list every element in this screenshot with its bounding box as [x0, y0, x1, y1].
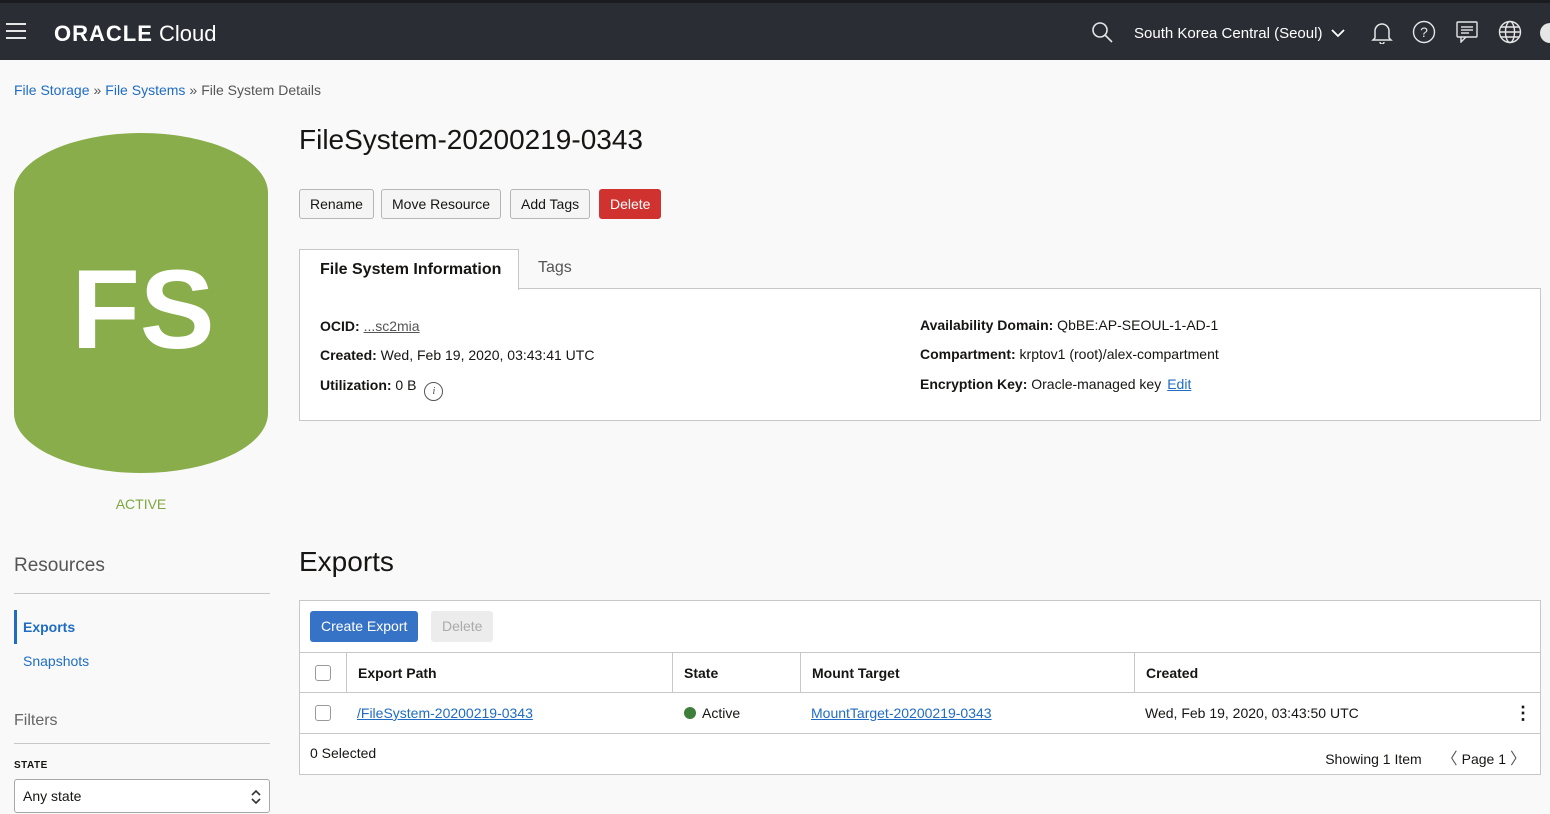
help-icon[interactable]: ?: [1411, 19, 1437, 45]
edit-encryption-key-link[interactable]: Edit: [1167, 376, 1191, 392]
sidebar-item-exports[interactable]: Exports: [14, 610, 270, 644]
chevron-down-icon: [1330, 29, 1345, 38]
file-system-resource-icon: FS: [14, 133, 268, 473]
column-header-mount-target[interactable]: Mount Target: [812, 653, 900, 693]
divider: [14, 743, 270, 744]
resource-status: ACTIVE: [115, 496, 167, 512]
showing-count: Showing 1 Item: [1325, 751, 1422, 767]
table-header: Export Path State Mount Target Created: [300, 652, 1540, 693]
tab-tags[interactable]: Tags: [538, 259, 572, 277]
utilization-row: Utilization: 0 Bi: [320, 377, 444, 401]
column-header-state[interactable]: State: [684, 653, 718, 693]
pagination: Showing 1 Item 〈 Page 1 〉: [1325, 745, 1530, 769]
create-export-button[interactable]: Create Export: [310, 611, 419, 642]
export-state: Active: [684, 693, 740, 733]
breadcrumb-file-systems[interactable]: File Systems: [105, 82, 185, 98]
info-icon[interactable]: i: [424, 382, 444, 401]
exports-heading: Exports: [299, 546, 394, 577]
state-filter-label: STATE: [14, 760, 48, 771]
exports-table-panel: Create Export Delete Export Path State M…: [299, 600, 1541, 775]
svg-text:?: ?: [1420, 24, 1428, 40]
oracle-cloud-logo[interactable]: ORACLE Cloud: [54, 21, 216, 47]
add-tags-button[interactable]: Add Tags: [510, 189, 591, 219]
created-row: Created: Wed, Feb 19, 2020, 03:43:41 UTC: [320, 347, 595, 363]
file-system-info-panel: OCID: ...sc2mia Created: Wed, Feb 19, 20…: [299, 288, 1541, 421]
state-filter-select[interactable]: Any state: [14, 779, 270, 813]
row-checkbox[interactable]: [315, 705, 331, 721]
status-dot-icon: [684, 707, 696, 719]
delete-button[interactable]: Delete: [599, 189, 662, 219]
table-row: /FileSystem-20200219-0343 Active MountTa…: [300, 693, 1540, 734]
region-selector[interactable]: South Korea Central (Seoul): [1134, 25, 1345, 42]
column-divider: [346, 653, 347, 693]
row-actions-menu-icon[interactable]: ⋮: [1514, 693, 1532, 733]
select-caret-icon: [251, 780, 261, 814]
divider: [14, 593, 270, 594]
next-page-icon[interactable]: 〉: [1510, 751, 1526, 768]
delete-export-button: Delete: [431, 611, 494, 642]
encryption-key-row: Encryption Key: Oracle-managed key Edit: [920, 376, 1192, 392]
user-avatar[interactable]: [1540, 23, 1550, 43]
column-divider: [672, 653, 673, 693]
export-path-link[interactable]: /FileSystem-20200219-0343: [357, 693, 533, 733]
chat-icon[interactable]: [1454, 19, 1480, 45]
availability-domain-row: Availability Domain: QbBE:AP-SEOUL-1-AD-…: [920, 317, 1219, 333]
page-title: FileSystem-20200219-0343: [299, 124, 643, 155]
sidebar-item-snapshots[interactable]: Snapshots: [23, 653, 89, 669]
mount-target-link[interactable]: MountTarget-20200219-0343: [811, 693, 992, 733]
column-header-export-path[interactable]: Export Path: [358, 653, 437, 693]
selected-count: 0 Selected: [310, 745, 377, 761]
resources-heading: Resources: [14, 555, 105, 576]
column-divider: [800, 653, 801, 693]
search-icon[interactable]: [1089, 19, 1115, 45]
filters-heading: Filters: [14, 712, 58, 729]
breadcrumb-current: File System Details: [201, 82, 322, 98]
top-navigation-bar: ORACLE Cloud South Korea Central (Seoul)…: [0, 0, 1550, 60]
menu-icon[interactable]: [6, 23, 26, 39]
resource-initials: FS: [71, 247, 214, 372]
ocid-row: OCID: ...sc2mia: [320, 318, 420, 334]
ocid-link[interactable]: ...sc2mia: [364, 318, 420, 334]
page-number: Page 1: [1461, 751, 1506, 767]
state-filter-value: Any state: [23, 788, 82, 804]
rename-button[interactable]: Rename: [299, 189, 374, 219]
select-all-checkbox[interactable]: [315, 665, 331, 681]
column-header-created[interactable]: Created: [1146, 653, 1198, 693]
previous-page-icon[interactable]: 〈: [1442, 751, 1458, 768]
breadcrumb: File Storage» File Systems» File System De…: [14, 82, 322, 98]
move-resource-button[interactable]: Move Resource: [381, 189, 502, 219]
tab-file-system-information[interactable]: File System Information: [299, 249, 519, 290]
globe-icon[interactable]: [1497, 19, 1523, 45]
breadcrumb-file-storage[interactable]: File Storage: [14, 82, 89, 98]
export-created: Wed, Feb 19, 2020, 03:43:50 UTC: [1145, 705, 1359, 721]
column-divider: [1134, 653, 1135, 693]
compartment-row: Compartment: krptov1 (root)/alex-compart…: [920, 346, 1219, 362]
bell-icon[interactable]: [1369, 19, 1395, 45]
